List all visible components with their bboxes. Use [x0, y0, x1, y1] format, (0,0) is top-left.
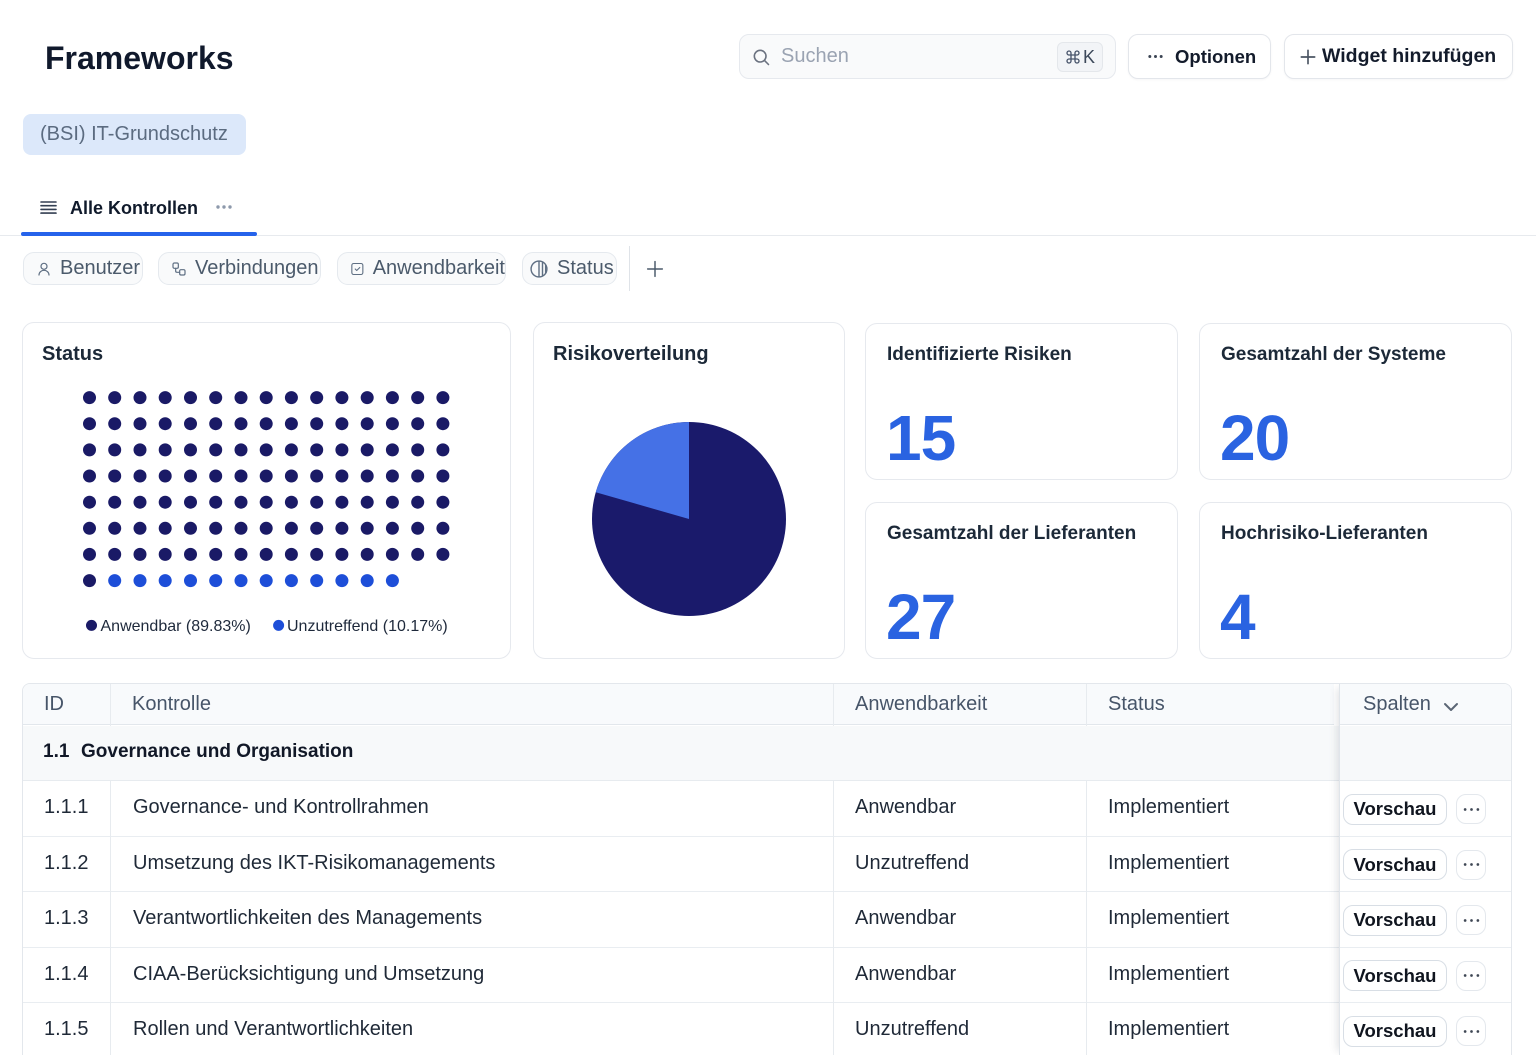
svg-text:Unzutreffend (10.17%): Unzutreffend (10.17%)	[287, 618, 448, 635]
svg-text:Anwendbar (89.83%): Anwendbar (89.83%)	[101, 618, 251, 635]
